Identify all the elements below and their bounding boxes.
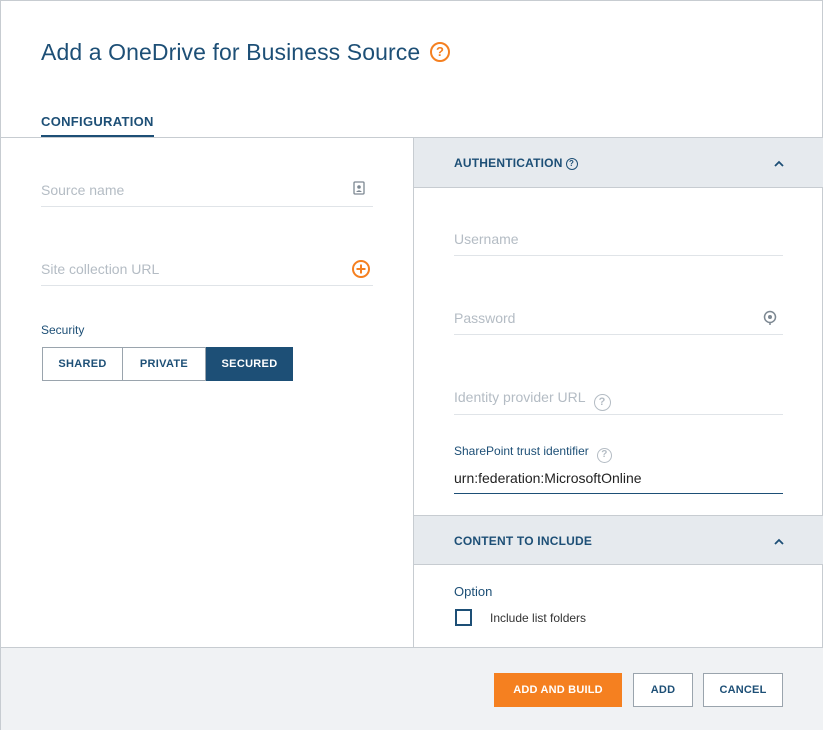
dialog-title: Add a OneDrive for Business Source [41,39,421,65]
chevron-up-icon[interactable] [774,156,784,167]
authentication-header[interactable]: AUTHENTICATION? [414,138,823,188]
tab-configuration[interactable]: CONFIGURATION [41,114,154,138]
help-icon[interactable]: ? [593,394,611,411]
source-name-field[interactable]: Source name [41,179,373,207]
site-collection-url-field[interactable]: Site collection URL [41,258,373,286]
tab-divider [1,137,414,138]
include-list-folders-checkbox[interactable] [455,609,472,626]
sharepoint-trust-identifier-value: urn:federation:MicrosoftOnline [454,470,642,486]
cancel-button[interactable]: CANCEL [703,673,783,707]
authentication-title: AUTHENTICATION? [454,156,578,170]
add-circle-icon[interactable] [351,259,371,284]
security-private-button[interactable]: PRIVATE [123,347,206,381]
reveal-password-icon[interactable] [763,310,777,331]
security-label: Security [41,323,85,337]
identity-provider-url-placeholder: Identity provider URL? [454,389,611,411]
add-source-dialog: Add a OneDrive for Business Source ? CON… [0,0,823,730]
password-field[interactable]: Password [454,307,783,335]
contact-card-icon [353,181,365,200]
password-placeholder: Password [454,310,516,326]
content-to-include-header[interactable]: CONTENT TO INCLUDE [414,515,823,565]
include-list-folders-label[interactable]: Include list folders [490,611,586,625]
dialog-footer: ADD AND BUILD ADD CANCEL [1,647,823,730]
identity-provider-url-field[interactable]: Identity provider URL? [454,386,783,415]
source-name-placeholder: Source name [41,182,125,198]
option-label: Option [454,584,493,599]
sharepoint-trust-identifier-field[interactable]: urn:federation:MicrosoftOnline [454,464,783,494]
right-panel: AUTHENTICATION? Username Password Identi… [413,137,823,647]
add-and-build-button[interactable]: ADD AND BUILD [494,673,622,707]
content-to-include-title: CONTENT TO INCLUDE [454,534,593,548]
security-shared-button[interactable]: SHARED [42,347,123,381]
chevron-up-icon[interactable] [774,534,784,545]
sharepoint-trust-identifier-label: SharePoint trust identifier? [454,444,612,463]
username-placeholder: Username [454,231,519,247]
username-field[interactable]: Username [454,228,783,256]
security-secured-button[interactable]: SECURED [206,347,293,381]
help-icon[interactable]: ? [430,42,450,62]
help-icon[interactable]: ? [565,158,578,170]
add-button[interactable]: ADD [633,673,693,707]
site-collection-url-placeholder: Site collection URL [41,261,160,277]
help-icon[interactable]: ? [596,448,612,463]
